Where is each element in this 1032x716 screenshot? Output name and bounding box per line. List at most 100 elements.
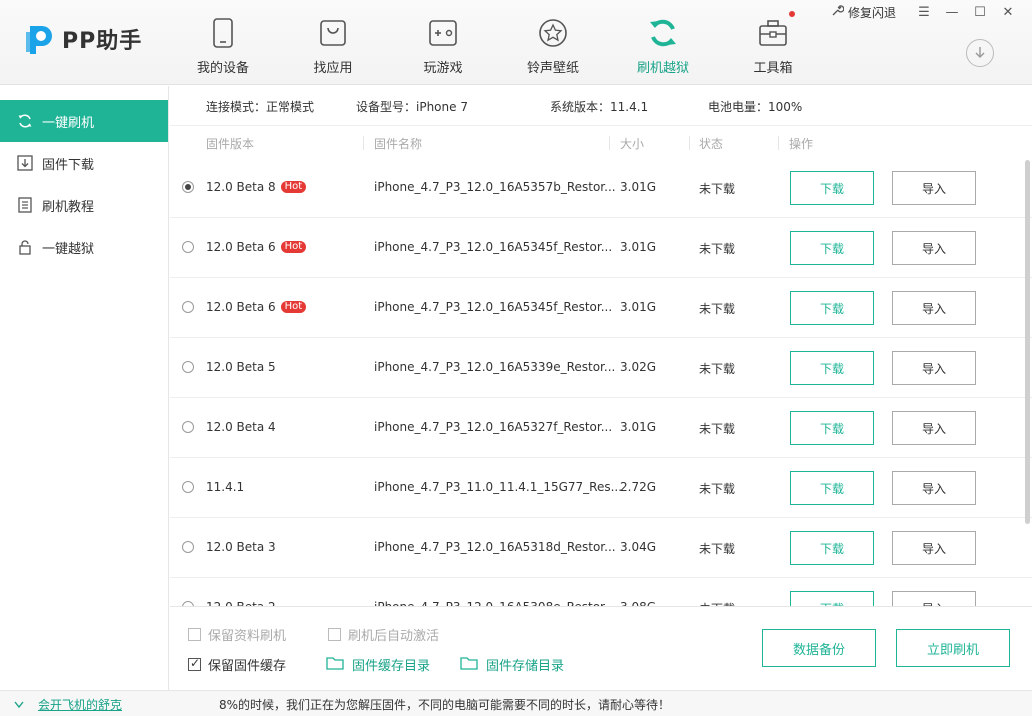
table-row[interactable]: 12.0 Beta 2iPhone_4.7_P3_12.0_16A5308e_R… <box>170 578 1032 606</box>
firmware-version: 11.4.1 <box>206 480 245 494</box>
logo-text: PP助手 <box>62 29 143 54</box>
sidebar-item-one-click-flash[interactable]: 一键刷机 <box>0 100 168 142</box>
firmware-status: 未下载 <box>699 542 736 556</box>
nav-item-games[interactable]: 玩游戏 <box>388 0 498 85</box>
table-row[interactable]: 12.0 Beta 5 iPhone_4.7_P3_12.0_16A5339e_R… <box>170 338 1032 398</box>
document-icon <box>16 196 34 214</box>
firmware-radio[interactable] <box>182 481 194 493</box>
nav-label: 我的设备 <box>196 61 249 76</box>
import-button[interactable]: 导入 <box>892 291 976 325</box>
checkbox-label: 刷机后自动激活 <box>348 629 440 644</box>
column-divider <box>609 136 610 150</box>
top-nav: 我的设备 找应用 玩游戏 铃声壁纸 刷机越狱 工具箱 <box>168 0 828 85</box>
refresh-icon <box>16 112 34 130</box>
firmware-size: 3.01G <box>620 420 657 434</box>
gamepad-icon <box>426 16 460 50</box>
checkbox-box <box>328 628 341 641</box>
lock-icon <box>16 238 34 256</box>
firmware-radio[interactable] <box>182 361 194 373</box>
device-info-bar: 连接模式：正常模式 设备型号：iPhone 7 系统版本：11.4.1 电池电量… <box>170 86 1032 126</box>
download-button[interactable]: 下载 <box>790 591 874 606</box>
download-icon <box>16 154 34 172</box>
keep-data-checkbox[interactable]: 保留资料刷机 <box>188 625 286 644</box>
import-button[interactable]: 导入 <box>892 171 976 205</box>
hot-badge: Hot <box>280 181 307 193</box>
nav-label: 找应用 <box>313 61 353 76</box>
import-button[interactable]: 导入 <box>892 591 976 606</box>
nav-item-my-device[interactable]: 我的设备 <box>168 0 278 85</box>
column-divider <box>363 136 364 150</box>
firmware-status: 未下载 <box>699 302 736 316</box>
system-version: 系统版本：11.4.1 <box>550 100 649 114</box>
download-button[interactable]: 下载 <box>790 411 874 445</box>
hot-badge: Hot <box>280 241 307 253</box>
table-row[interactable]: 11.4.1 iPhone_4.7_P3_11.0_11.4.1_15G77_Re… <box>170 458 1032 518</box>
download-button[interactable]: 下载 <box>790 171 874 205</box>
notification-dot <box>789 11 795 17</box>
firmware-version-cell: 12.0 Beta 6 Hot <box>206 300 307 314</box>
cache-dir-link[interactable]: 固件缓存目录 <box>326 655 430 674</box>
menu-icon[interactable]: ☰ <box>910 2 938 22</box>
import-button[interactable]: 导入 <box>892 411 976 445</box>
nav-item-find-apps[interactable]: 找应用 <box>278 0 388 85</box>
firmware-name: iPhone_4.7_P3_12.0_16A5327f_Restor... <box>374 420 613 434</box>
nav-item-toolbox[interactable]: 工具箱 <box>718 0 828 85</box>
star-icon <box>536 16 570 50</box>
data-backup-button[interactable]: 数据备份 <box>762 629 876 667</box>
close-icon[interactable]: ✕ <box>994 2 1022 22</box>
download-button[interactable]: 下载 <box>790 231 874 265</box>
import-button[interactable]: 导入 <box>892 531 976 565</box>
firmware-name: iPhone_4.7_P3_12.0_16A5345f_Restor... <box>374 240 613 254</box>
table-scrollbar[interactable] <box>1025 160 1030 524</box>
nav-label: 铃声壁纸 <box>526 61 579 76</box>
window-controls: 修复闪退 ☰ — ☐ ✕ <box>831 2 1022 22</box>
download-button[interactable]: 下载 <box>790 531 874 565</box>
firmware-name: iPhone_4.7_P3_12.0_16A5318d_Restor... <box>374 540 616 554</box>
minimize-icon[interactable]: — <box>938 2 966 22</box>
folder-icon <box>460 656 478 674</box>
firmware-table-body: 12.0 Beta 8 Hot iPhone_4.7_P3_12.0_16A5357… <box>170 158 1032 606</box>
sidebar-item-label: 一键越狱 <box>42 241 95 257</box>
phone-icon <box>206 16 240 50</box>
table-row[interactable]: 12.0 Beta 4 iPhone_4.7_P3_12.0_16A5327f_R… <box>170 398 1032 458</box>
sidebar-item-flash-tutorial[interactable]: 刷机教程 <box>0 184 168 226</box>
table-row[interactable]: 12.0 Beta 8 Hot iPhone_4.7_P3_12.0_16A5357… <box>170 158 1032 218</box>
firmware-radio[interactable] <box>182 421 194 433</box>
download-button[interactable]: 下载 <box>790 291 874 325</box>
firmware-radio[interactable] <box>182 241 194 253</box>
storage-dir-link[interactable]: 固件存储目录 <box>460 655 564 674</box>
hot-badge: Hot <box>280 301 307 313</box>
firmware-version: 12.0 Beta 6 <box>206 240 276 254</box>
table-row[interactable]: 12.0 Beta 3 iPhone_4.7_P3_12.0_16A5318d_R… <box>170 518 1032 578</box>
auto-activate-checkbox[interactable]: 刷机后自动激活 <box>328 625 439 644</box>
sidebar-item-firmware-download[interactable]: 固件下载 <box>0 142 168 184</box>
flash-now-button[interactable]: 立即刷机 <box>896 629 1010 667</box>
table-row[interactable]: 12.0 Beta 6 Hot iPhone_4.7_P3_12.0_16A5345… <box>170 278 1032 338</box>
keep-cache-checkbox[interactable]: 保留固件缓存 <box>188 655 286 674</box>
firmware-size: 3.04G <box>620 540 657 554</box>
table-row[interactable]: 12.0 Beta 6 Hot iPhone_4.7_P3_12.0_16A5345… <box>170 218 1032 278</box>
firmware-version-cell: 12.0 Beta 3 <box>206 540 276 554</box>
firmware-radio[interactable] <box>182 181 194 193</box>
download-manager-icon[interactable] <box>966 39 994 67</box>
firmware-radio[interactable] <box>182 541 194 553</box>
download-button[interactable]: 下载 <box>790 471 874 505</box>
maximize-icon[interactable]: ☐ <box>966 2 994 22</box>
import-button[interactable]: 导入 <box>892 231 976 265</box>
firmware-version-cell: 11.4.1 <box>206 480 244 494</box>
user-link[interactable]: 会开飞机的舒克 <box>14 696 122 713</box>
firmware-version: 12.0 Beta 6 <box>206 300 276 314</box>
import-button[interactable]: 导入 <box>892 351 976 385</box>
nav-item-flash-jailbreak[interactable]: 刷机越狱 <box>608 0 718 85</box>
firmware-status: 未下载 <box>699 242 736 256</box>
app-logo[interactable]: PP助手 <box>24 22 142 56</box>
nav-item-ringtones[interactable]: 铃声壁纸 <box>498 0 608 85</box>
repair-crash-button[interactable]: 修复闪退 <box>831 4 896 21</box>
col-size: 大小 <box>620 137 645 151</box>
download-button[interactable]: 下载 <box>790 351 874 385</box>
firmware-version-cell: 12.0 Beta 6 Hot <box>206 240 307 254</box>
import-button[interactable]: 导入 <box>892 471 976 505</box>
wrench-icon <box>831 4 845 20</box>
firmware-radio[interactable] <box>182 301 194 313</box>
sidebar-item-jailbreak[interactable]: 一键越狱 <box>0 226 168 268</box>
